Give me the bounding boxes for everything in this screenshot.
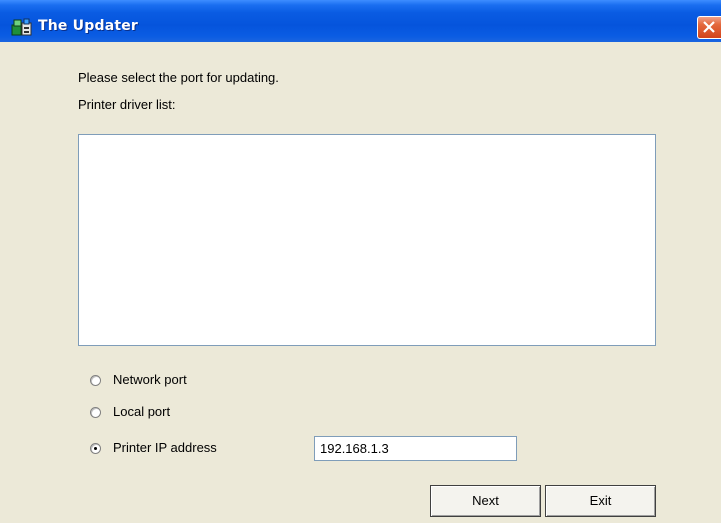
- printer-ip-input[interactable]: [314, 436, 517, 461]
- window-frame-right: [716, 42, 721, 523]
- updater-app-icon: [11, 18, 33, 38]
- window-title: The Updater: [38, 18, 139, 34]
- close-icon: [703, 21, 715, 33]
- instruction-text: Please select the port for updating.: [78, 70, 279, 85]
- printer-ip-label: Printer IP address: [113, 440, 217, 455]
- updater-window: The Updater Please select the port for u…: [0, 0, 721, 523]
- radio-selected-dot: [94, 447, 97, 450]
- radio-button-circle[interactable]: [90, 407, 101, 418]
- driver-list-label: Printer driver list:: [78, 97, 176, 112]
- local-port-label: Local port: [113, 404, 171, 419]
- radio-button-circle[interactable]: [90, 443, 101, 454]
- network-port-label: Network port: [113, 372, 187, 387]
- printer-driver-listbox[interactable]: [78, 134, 656, 346]
- radio-button-circle[interactable]: [90, 375, 101, 386]
- next-button[interactable]: Next: [430, 485, 541, 517]
- title-bar[interactable]: The Updater: [0, 0, 721, 42]
- exit-button[interactable]: Exit: [545, 485, 656, 517]
- close-button[interactable]: [697, 16, 721, 39]
